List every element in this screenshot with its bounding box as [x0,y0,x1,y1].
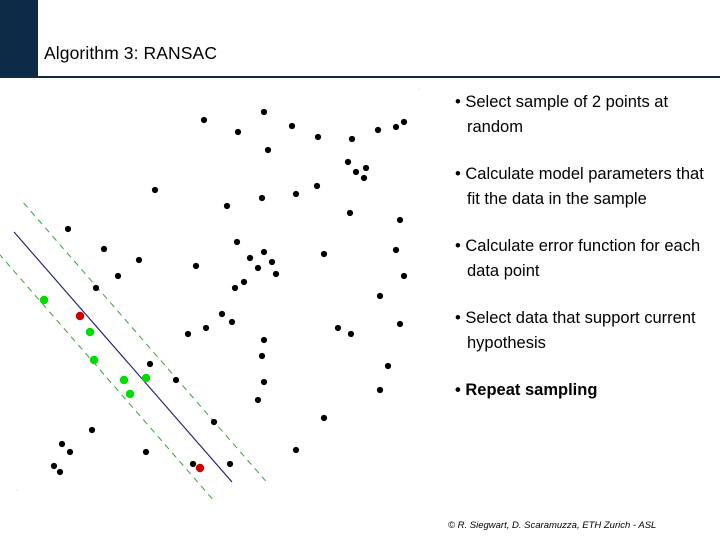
data-point [210,418,218,426]
data-point [400,272,408,280]
data-point [226,460,234,468]
data-point [376,386,384,394]
inlier-point [125,389,135,399]
data-point [288,122,296,130]
data-point [320,414,328,422]
data-point [374,126,382,134]
data-point [320,250,328,258]
ransac-figure [0,82,450,502]
scatter-svg [0,108,408,502]
data-point [396,320,404,328]
data-point [100,245,108,253]
inlier-point [141,373,151,383]
inlier-point [119,375,129,385]
data-point [172,376,180,384]
data-point [313,182,321,190]
data-point [92,284,100,292]
data-point [254,264,262,272]
data-point [392,123,400,131]
stray-mark: · [16,487,19,494]
bullet-item: • Select sample of 2 points at random [455,93,669,136]
slide: Algorithm 3: RANSAC • Select sample of 2… [0,0,720,540]
data-point [135,256,143,264]
data-point [360,174,368,182]
data-point [228,318,236,326]
corner-accent-block [0,0,38,78]
data-point [88,426,96,434]
data-point [264,146,272,154]
data-points [50,108,408,476]
data-point [346,209,354,217]
data-point [384,362,392,370]
band-line [23,202,266,482]
seed-point [195,463,205,473]
data-point [272,270,280,278]
data-point [58,440,66,448]
data-point [334,324,342,332]
data-point [392,246,400,254]
data-point [260,248,268,256]
data-point [348,135,356,143]
data-point [352,168,360,176]
data-point [260,336,268,344]
inlier-points [39,295,151,399]
title-divider [38,76,720,78]
data-point [344,158,352,166]
data-point [56,468,64,476]
data-point [268,258,276,266]
data-point [218,310,226,318]
data-point [192,262,200,270]
data-point [254,396,262,404]
data-point [50,462,58,470]
data-point [292,190,300,198]
bullet-item: • Repeat sampling [455,381,598,399]
page-title: Algorithm 3: RANSAC [44,43,218,63]
data-point [142,448,150,456]
stray-mark: · [418,86,421,93]
bullet-item: • Select data that support current hypot… [455,309,696,352]
data-point [260,108,268,116]
seed-points [75,311,205,473]
data-point [223,202,231,210]
fitted-line [13,231,233,483]
inlier-point [89,355,99,365]
data-point [184,330,192,338]
data-point [258,194,266,202]
bullet-item: • Calculate model parameters that fit th… [455,165,704,208]
data-point [202,324,210,332]
data-point [314,133,322,141]
data-point [231,284,239,292]
data-point [234,128,242,136]
data-point [292,446,300,454]
tolerance-bands [0,202,266,502]
data-point [240,278,248,286]
data-point [64,225,72,233]
data-point [258,352,266,360]
data-point [396,216,404,224]
data-point [260,378,268,386]
inlier-point [39,295,49,305]
inlier-point [85,327,95,337]
bullet-list: • Select sample of 2 points at random • … [455,90,707,403]
data-point [151,186,159,194]
data-point [347,330,355,338]
data-point [200,116,208,124]
copyright-credit: © R. Siegwart, D. Scaramuzza, ETH Zurich… [448,520,657,531]
data-point [66,448,74,456]
data-point [146,360,154,368]
data-point [189,460,197,468]
data-point [246,254,254,262]
data-point [233,238,241,246]
bullet-item: • Calculate error function for each data… [455,237,701,280]
data-point [362,164,370,172]
data-point [400,118,408,126]
data-point [376,292,384,300]
seed-point [75,311,85,321]
data-point [114,272,122,280]
model-line [13,231,233,483]
